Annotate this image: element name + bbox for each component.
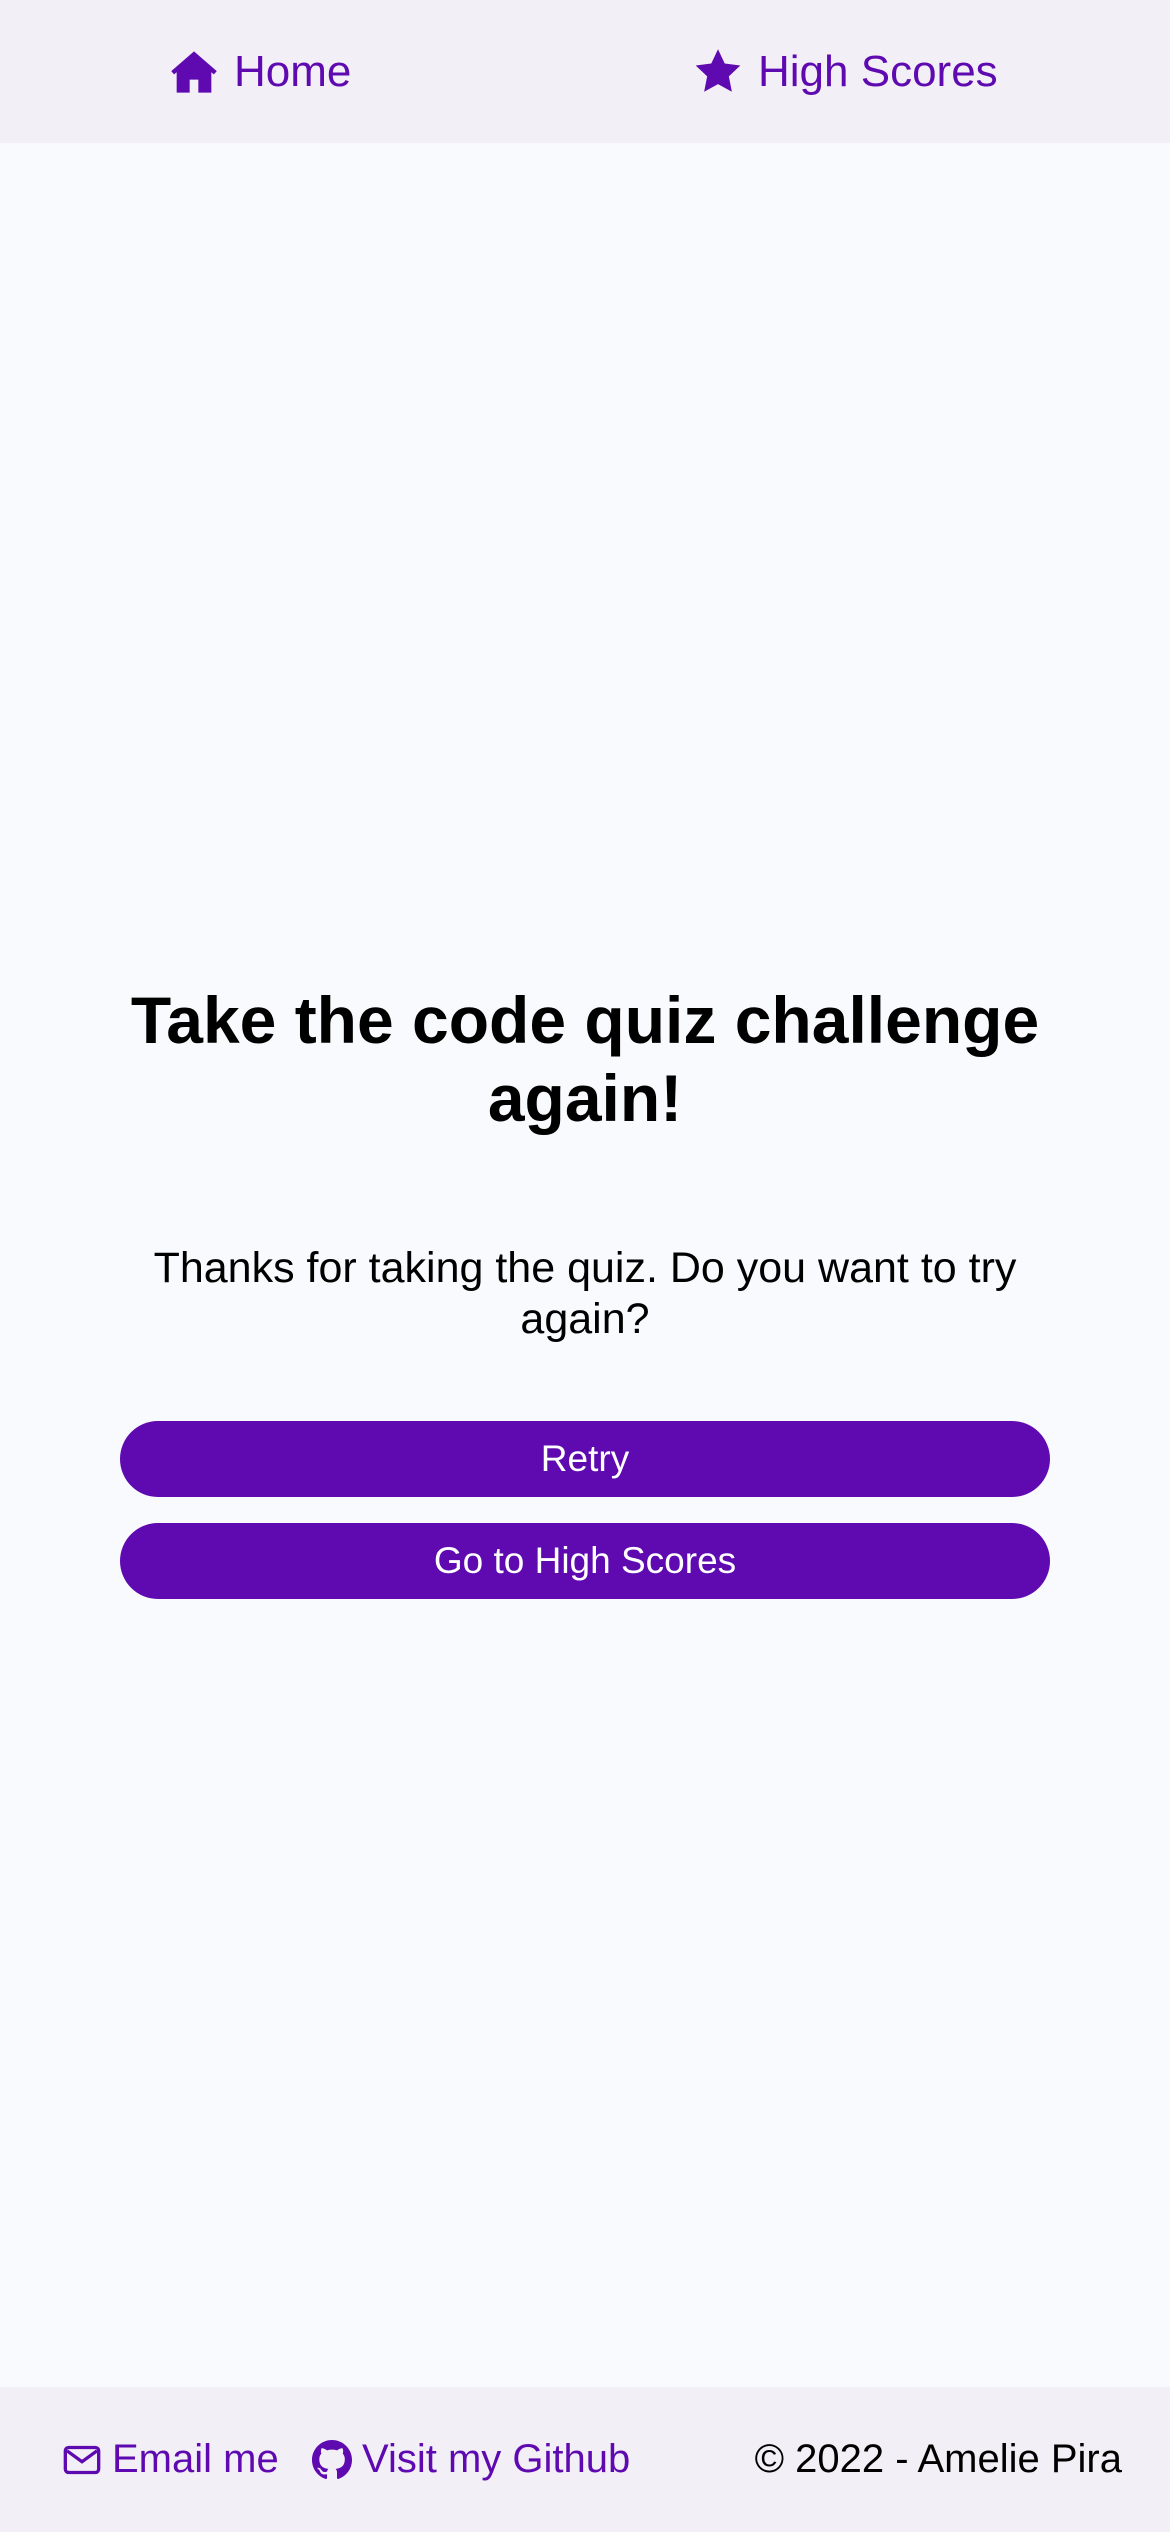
retry-message: Thanks for taking the quiz. Do you want … xyxy=(153,1244,1017,1343)
email-link[interactable]: Email me xyxy=(62,2387,279,2532)
nav-home-label: Home xyxy=(234,46,352,96)
retry-button[interactable]: Retry xyxy=(120,1421,1050,1497)
main-content: Take the code quiz challenge again! Than… xyxy=(0,143,1170,2387)
home-icon xyxy=(168,46,220,98)
star-icon xyxy=(692,46,744,98)
github-icon xyxy=(312,2439,352,2480)
email-link-label: Email me xyxy=(112,2437,279,2481)
nav-highscores-label: High Scores xyxy=(758,46,998,96)
nav-highscores-link[interactable]: High Scores xyxy=(692,0,998,143)
nav-home-link[interactable]: Home xyxy=(168,0,351,143)
copyright-text: © 2022 - Amelie Pira xyxy=(754,2437,1122,2481)
footer: Email me Visit my Github © 2022 - Amelie… xyxy=(0,2387,1170,2532)
envelope-icon xyxy=(62,2440,102,2480)
top-navbar: Home High Scores xyxy=(0,0,1170,143)
github-link-label: Visit my Github xyxy=(362,2437,631,2481)
go-to-highscores-button[interactable]: Go to High Scores xyxy=(120,1523,1050,1599)
github-link[interactable]: Visit my Github xyxy=(312,2387,630,2532)
page-title: Take the code quiz challenge again! xyxy=(130,983,1040,1135)
